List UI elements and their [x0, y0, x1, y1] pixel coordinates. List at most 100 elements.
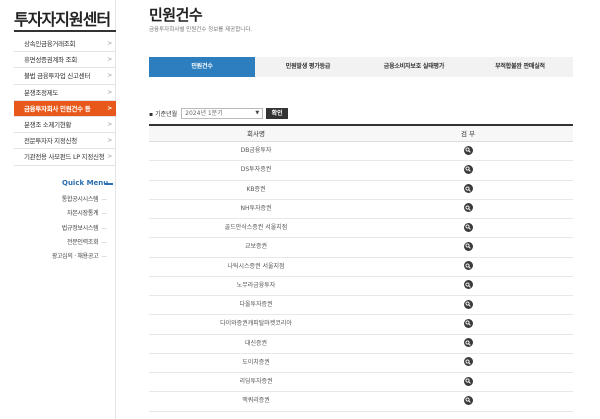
search-icon[interactable]	[463, 164, 473, 174]
table-header: 회사명 검 부	[149, 126, 573, 142]
filter-row: ▪ 기준년월 2024년 1분기 ▼ 확인	[149, 107, 289, 119]
view-cell	[363, 181, 573, 199]
company-name: 맥쿼리증권	[242, 397, 270, 405]
company-name: NH투자증권	[240, 204, 272, 212]
search-icon[interactable]	[463, 203, 473, 213]
tab[interactable]: 부적합불완 판매실적	[467, 57, 573, 77]
sidebar-item-label: 분쟁조정제도	[24, 88, 59, 97]
company-name: DB금융투자	[240, 147, 272, 154]
view-cell	[363, 142, 573, 160]
view-cell	[363, 335, 573, 353]
quick-menu-item-label: 전문인력조회	[66, 238, 99, 246]
search-icon[interactable]	[463, 261, 473, 271]
sidebar-item[interactable]: 분쟁조정제도 >	[14, 85, 116, 101]
period-select-value: 2024년 1분기	[185, 109, 223, 117]
tab[interactable]: 민원발생 평가등급	[255, 57, 361, 77]
chevron-right-icon: >	[107, 72, 112, 80]
quick-menu-item[interactable]: 법규정보시스템 —	[52, 222, 108, 236]
sidebar-item-label: 분쟁조 소제기현황	[24, 120, 72, 129]
period-select[interactable]: 2024년 1분기 ▼	[181, 107, 264, 119]
quick-menu-item[interactable]: 전문인력조회 —	[52, 236, 107, 250]
company-name: 골드만삭스증권 서울지점	[224, 224, 288, 232]
sidebar-item[interactable]: 휴면성증권계좌 조회 >	[14, 52, 116, 69]
table-row: KB증권	[149, 181, 573, 200]
sidebar-item[interactable]: 금융투자회사 민원건수 등 >	[14, 100, 116, 117]
company-name: 도이치증권	[242, 358, 270, 366]
header-view: 검 부	[460, 130, 476, 138]
view-cell	[363, 354, 573, 372]
tab[interactable]: 금융소비자보호 실태평가	[361, 57, 467, 77]
header-company: 회사명	[247, 130, 265, 138]
sidebar-item-label: 전문투자자 지정신청	[24, 137, 77, 146]
search-icon[interactable]	[463, 357, 473, 367]
filter-label: ▪ 기준년월	[149, 110, 178, 118]
view-cell	[363, 296, 573, 314]
tab[interactable]: 민원건수	[149, 57, 255, 77]
chevron-down-icon: ▼	[255, 109, 260, 116]
page-description: 금융투자회사별 민원건수 정보를 제공합니다.	[149, 27, 253, 33]
confirm-button[interactable]: 확인	[266, 107, 289, 119]
view-cell	[363, 392, 573, 410]
company-name: KB증권	[246, 185, 266, 193]
sidebar-item[interactable]: 상속인금융거래조회 >	[14, 36, 116, 53]
search-icon[interactable]	[463, 280, 473, 290]
table-body: DB금융투자 DS투자증권 KB증권 NH투자증권 골드만삭스증권 서울지점 교보증권 나틱…	[149, 142, 573, 412]
view-cell	[363, 161, 573, 179]
sidebar-title-divider	[14, 30, 116, 32]
search-icon[interactable]	[463, 241, 473, 251]
dash-icon: —	[101, 253, 107, 261]
chevron-right-icon: >	[107, 153, 112, 161]
chevron-right-icon: >	[107, 120, 112, 128]
company-name: 대신증권	[244, 339, 268, 347]
sidebar-item[interactable]: 불법 금융투자업 신고센터 >	[14, 68, 116, 85]
sidebar-item-label: 기관전용 사모펀드 LP 지정신청	[24, 153, 105, 162]
view-cell	[363, 200, 573, 218]
sidebar-item[interactable]: 분쟁조 소제기현황 >	[14, 117, 116, 134]
view-cell	[363, 258, 573, 276]
table-row: 맥쿼리증권	[149, 392, 573, 412]
dash-icon: —	[101, 224, 107, 232]
sidebar-item[interactable]: 전문투자자 지정신청 >	[14, 133, 116, 150]
quick-menu-item-label: 통합공시시스템	[61, 196, 99, 203]
table-row: 도이치증권	[149, 354, 573, 374]
search-icon[interactable]	[463, 338, 473, 348]
dash-icon: —	[101, 210, 107, 218]
sidebar-item-label: 금융투자회사 민원건수 등	[24, 104, 91, 113]
tab-bar: 민원건수 민원발생 평가등급 금융소비자보호 실태평가 부적합불완 판매실적	[149, 57, 573, 77]
filter-label-text: 기준년월	[155, 110, 178, 118]
search-icon[interactable]	[463, 376, 473, 386]
quick-menu-item[interactable]: 자본시장통계 —	[52, 207, 107, 221]
page-title: 민원건수	[149, 6, 203, 24]
search-icon[interactable]	[463, 145, 473, 155]
chevron-right-icon: >	[107, 104, 112, 112]
sidebar-title: 투자자지원센터	[14, 10, 111, 29]
quick-menu-item[interactable]: 통합공시시스템 —	[52, 193, 108, 207]
table-row: 골드만삭스증권 서울지점	[149, 219, 573, 239]
search-icon[interactable]	[463, 299, 473, 309]
chevron-right-icon: >	[107, 137, 112, 145]
dash-icon: —	[101, 238, 107, 246]
quick-menu-item-label: 법규정보시스템	[61, 224, 99, 232]
chevron-right-icon: >	[107, 88, 112, 96]
chevron-right-icon: >	[107, 56, 112, 64]
sidebar-item-label: 상속인금융거래조회	[24, 40, 76, 48]
search-icon[interactable]	[463, 184, 473, 194]
table-row: NH투자증권	[149, 200, 573, 220]
table-row: 노무라금융투자	[149, 277, 573, 297]
company-name: 다올투자증권	[239, 301, 273, 309]
view-cell	[363, 373, 573, 391]
quick-menu-item[interactable]: 광고심의 · 채용공고 —	[52, 250, 108, 264]
table-row: 나틱시스증권 서울지점	[149, 258, 573, 277]
view-cell	[363, 238, 573, 256]
company-name: 노무라금융투자	[236, 281, 276, 289]
table-row: 교보증권	[149, 238, 573, 258]
view-cell	[363, 219, 573, 237]
sidebar-item[interactable]: 기관전용 사모펀드 LP 지정신청 >	[14, 149, 116, 166]
search-icon[interactable]	[463, 222, 473, 232]
sidebar-item-label: 휴면성증권계좌 조회	[24, 56, 77, 65]
company-name: 다이와증권캐피탈마켓코리아	[220, 320, 292, 328]
search-icon[interactable]	[463, 395, 473, 405]
table-row: 다이와증권캐피탈마켓코리아	[149, 315, 573, 335]
sidebar-menu: 상속인금융거래조회 > 휴면성증권계좌 조회 > 불법 금융투자업 신고센터 > 분쟁조정제…	[14, 36, 116, 166]
search-icon[interactable]	[463, 318, 473, 328]
